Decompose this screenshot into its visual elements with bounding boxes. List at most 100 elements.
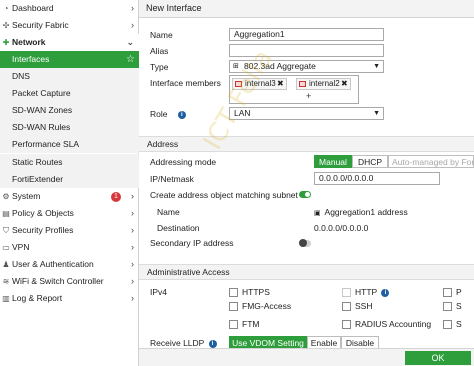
sidebar-item-label: Security Profiles — [12, 225, 74, 235]
sidebar-item-fortiextender[interactable]: FortiExtender — [0, 171, 139, 188]
type-label: Type — [150, 62, 169, 72]
secondary-ip-toggle[interactable] — [299, 239, 311, 247]
ip-netmask-label: IP/Netmask — [150, 174, 194, 184]
sidebar-item-log-report[interactable]: ▥ Log & Report › — [0, 290, 139, 307]
sidebar-item-sdwan-rules[interactable]: SD-WAN Rules — [0, 119, 139, 136]
remove-icon[interactable]: ✖ — [341, 79, 348, 89]
sidebar-item-label: Policy & Objects — [12, 208, 74, 218]
info-icon[interactable]: i — [381, 288, 390, 297]
sidebar-item-label: Static Routes — [12, 157, 63, 167]
wifi-icon: ≋ — [2, 277, 10, 286]
ssh-label: SSH — [355, 301, 373, 311]
sidebar-item-label: Performance SLA — [12, 139, 80, 149]
sidebar-item-system[interactable]: ⚙ System 1 › — [0, 188, 139, 205]
access-col3-label-2: S — [456, 301, 462, 311]
caret-down-icon: ▼ — [373, 110, 380, 117]
sidebar-item-dns[interactable]: DNS — [0, 68, 139, 85]
alias-input[interactable] — [229, 44, 384, 57]
sidebar-item-label: Interfaces — [12, 54, 50, 64]
access-col3-checkbox-3[interactable] — [443, 320, 452, 329]
sidebar-item-performance-sla[interactable]: Performance SLA — [0, 136, 139, 153]
sidebar-item-label: FortiExtender — [12, 174, 64, 184]
http-label-text: HTTP — [355, 287, 378, 297]
addressing-mode-auto[interactable]: Auto-managed by Forti — [388, 155, 474, 168]
gear-icon: ⚙ — [2, 192, 10, 201]
name-input[interactable]: Aggregation1 — [229, 28, 384, 41]
sidebar-item-label: VPN — [12, 242, 30, 252]
chevron-right-icon: › — [131, 276, 134, 286]
main-panel: New Interface Name Aggregation1 Alias Ty… — [139, 0, 474, 366]
sidebar-item-static-routes[interactable]: Static Routes — [0, 154, 139, 171]
info-icon[interactable]: i — [208, 339, 217, 348]
addressing-mode-dhcp[interactable]: DHCP — [352, 155, 388, 168]
sidebar-item-security-profiles[interactable]: ⛉ Security Profiles › — [0, 222, 139, 239]
https-checkbox[interactable] — [229, 288, 238, 297]
sidebar-item-policy-objects[interactable]: ▤ Policy & Objects › — [0, 205, 139, 222]
ftm-checkbox[interactable] — [229, 320, 238, 329]
http-checkbox[interactable] — [342, 288, 351, 297]
member-chip[interactable]: internal3 ✖ — [232, 78, 287, 90]
sidebar-item-packet-capture[interactable]: Packet Capture — [0, 85, 139, 102]
star-icon[interactable]: ☆ — [126, 51, 135, 68]
dashboard-icon: ◔ — [3, 4, 9, 13]
fmg-access-checkbox[interactable] — [229, 302, 238, 311]
sidebar-item-network[interactable]: ✚ Network ⌄ — [0, 34, 139, 51]
sidebar-item-user-authentication[interactable]: ♟ User & Authentication › — [0, 256, 139, 273]
http-label: HTTP i — [355, 287, 390, 297]
notification-badge: 1 — [111, 192, 121, 202]
sidebar-item-label: Security Fabric — [12, 20, 69, 30]
aggregate-icon: ⊞ — [233, 63, 239, 70]
member-chip-label: internal3 — [245, 79, 276, 88]
sidebar-item-label: Dashboard — [12, 3, 54, 13]
chevron-right-icon: › — [131, 3, 134, 13]
ipv4-label: IPv4 — [150, 287, 168, 297]
ok-button[interactable]: OK — [405, 351, 471, 365]
sidebar-item-label: WiFi & Switch Controller — [12, 276, 104, 286]
sidebar-item-wifi-switch[interactable]: ≋ WiFi & Switch Controller › — [0, 273, 139, 290]
member-chip-label: internal2 — [309, 79, 340, 88]
footer-bar: OK — [139, 348, 474, 366]
address-section-header: Address — [139, 136, 474, 152]
ssh-checkbox[interactable] — [342, 302, 351, 311]
create-object-label: Create address object matching subnet — [150, 190, 298, 200]
ftm-label: FTM — [242, 319, 260, 329]
access-col3-checkbox-1[interactable] — [443, 288, 452, 297]
network-icon: ✚ — [2, 38, 10, 47]
chevron-right-icon: › — [131, 208, 134, 218]
sidebar-item-sdwan-zones[interactable]: SD-WAN Zones — [0, 102, 139, 119]
sidebar-item-label: Network — [12, 37, 46, 47]
https-label: HTTPS — [242, 287, 270, 297]
secondary-ip-label: Secondary IP address — [150, 238, 234, 248]
remove-icon[interactable]: ✖ — [277, 79, 284, 89]
destination-value: 0.0.0.0/0.0.0.0 — [314, 223, 369, 233]
shield-icon: ⛉ — [3, 226, 9, 235]
type-select[interactable]: ⊞ 802.3ad Aggregate ▼ — [229, 60, 384, 73]
add-member-button[interactable]: + — [306, 91, 311, 101]
addressing-mode-manual[interactable]: Manual — [314, 155, 352, 168]
radius-accounting-label: RADIUS Accounting — [355, 319, 432, 329]
sidebar-item-vpn[interactable]: ▭ VPN › — [0, 239, 139, 256]
access-col3-label-3: S — [456, 319, 462, 329]
role-select[interactable]: LAN ▼ — [229, 107, 384, 120]
destination-label: Destination — [157, 223, 200, 233]
sidebar-item-label: Packet Capture — [12, 88, 71, 98]
object-name-value: ▣ Aggregation1 address — [314, 207, 408, 217]
port-icon — [299, 81, 306, 87]
member-chip[interactable]: internal2 ✖ — [296, 78, 351, 90]
members-label: Interface members — [150, 78, 221, 88]
sidebar-item-interfaces[interactable]: Interfaces ☆ — [0, 51, 139, 68]
sidebar-item-label: User & Authentication — [12, 259, 94, 269]
lldp-label-text: Receive LLDP — [150, 338, 205, 348]
info-icon[interactable]: i — [177, 110, 186, 119]
ip-netmask-input[interactable]: 0.0.0.0/0.0.0.0 — [314, 172, 440, 185]
sidebar-item-dashboard[interactable]: ◔ Dashboard › — [0, 0, 139, 17]
chevron-right-icon: › — [131, 191, 134, 201]
sidebar-item-label: System — [12, 191, 41, 201]
sidebar-item-label: SD-WAN Zones — [12, 105, 73, 115]
create-object-toggle[interactable] — [299, 191, 311, 198]
interface-members-field[interactable]: internal3 ✖ internal2 ✖ + — [229, 75, 359, 104]
sidebar-item-security-fabric[interactable]: ✣ Security Fabric › — [0, 17, 139, 34]
radius-accounting-checkbox[interactable] — [342, 320, 351, 329]
report-icon: ▥ — [2, 294, 10, 303]
access-col3-checkbox-2[interactable] — [443, 302, 452, 311]
